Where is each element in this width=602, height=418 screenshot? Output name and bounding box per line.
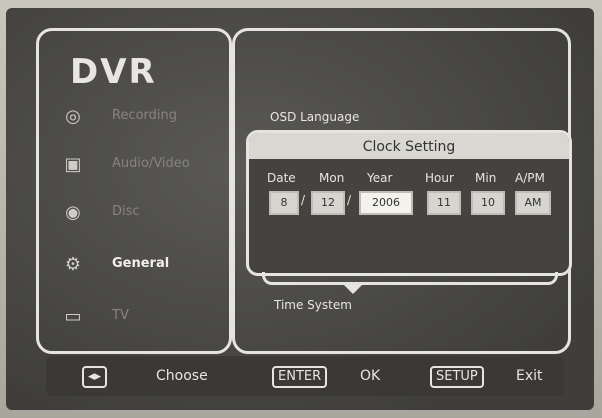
month-column-label: Mon	[319, 171, 345, 185]
audio-video-icon: ▣	[64, 154, 82, 175]
year-column-label: Year	[367, 171, 393, 185]
menu-item-tv[interactable]: ▭ TV	[60, 298, 220, 338]
menu-item-label: Audio/Video	[112, 156, 190, 171]
month-field[interactable]: 12	[311, 191, 345, 215]
clock-setting-title: Clock Setting	[249, 133, 569, 159]
minute-column-label: Min	[475, 171, 497, 185]
general-settings-icon: ⚙	[64, 254, 82, 275]
minute-field[interactable]: 10	[471, 191, 505, 215]
am-pm-column-label: A/PM	[515, 171, 545, 185]
month-separator: /	[347, 193, 352, 207]
recording-icon: ◎	[65, 106, 81, 127]
setup-key-icon: SETUP	[430, 366, 484, 388]
menu-item-audio-video[interactable]: ▣ Audio/Video	[60, 146, 220, 186]
year-field[interactable]: 2006	[359, 191, 413, 215]
menu-item-disc[interactable]: ◉ Disc	[60, 194, 220, 234]
scroll-down-arrow-icon	[344, 285, 362, 294]
exit-hint: Exit	[516, 368, 543, 384]
date-column-label: Date	[267, 171, 296, 185]
ok-hint: OK	[360, 368, 381, 384]
menu-item-label: TV	[112, 308, 129, 323]
hour-field[interactable]: 11	[427, 191, 461, 215]
clock-setting-dialog: Clock Setting Date Mon Year Hour Min A/P…	[246, 130, 572, 276]
menu-item-label: General	[112, 256, 170, 271]
menu-item-label: Recording	[112, 108, 178, 123]
date-field[interactable]: 8	[269, 191, 299, 215]
osd-language-label[interactable]: OSD Language	[270, 110, 359, 124]
enter-key-icon: ENTER	[272, 366, 328, 388]
disc-icon: ◉	[65, 202, 81, 223]
menu-item-general[interactable]: ⚙ General	[60, 246, 220, 286]
dvr-logo: DVR	[70, 52, 157, 92]
tv-icon: ▭	[64, 306, 82, 327]
hour-column-label: Hour	[425, 171, 454, 185]
arrow-keys-icon: ◂▸	[82, 366, 108, 388]
dialog-underlay	[262, 272, 558, 285]
menu-item-label: Disc	[112, 204, 140, 219]
time-system-label[interactable]: Time System	[274, 298, 352, 312]
am-pm-field[interactable]: AM	[515, 191, 551, 215]
menu-item-recording[interactable]: ◎ Recording	[60, 98, 220, 138]
date-separator: /	[301, 193, 306, 207]
choose-hint: Choose	[156, 368, 208, 384]
